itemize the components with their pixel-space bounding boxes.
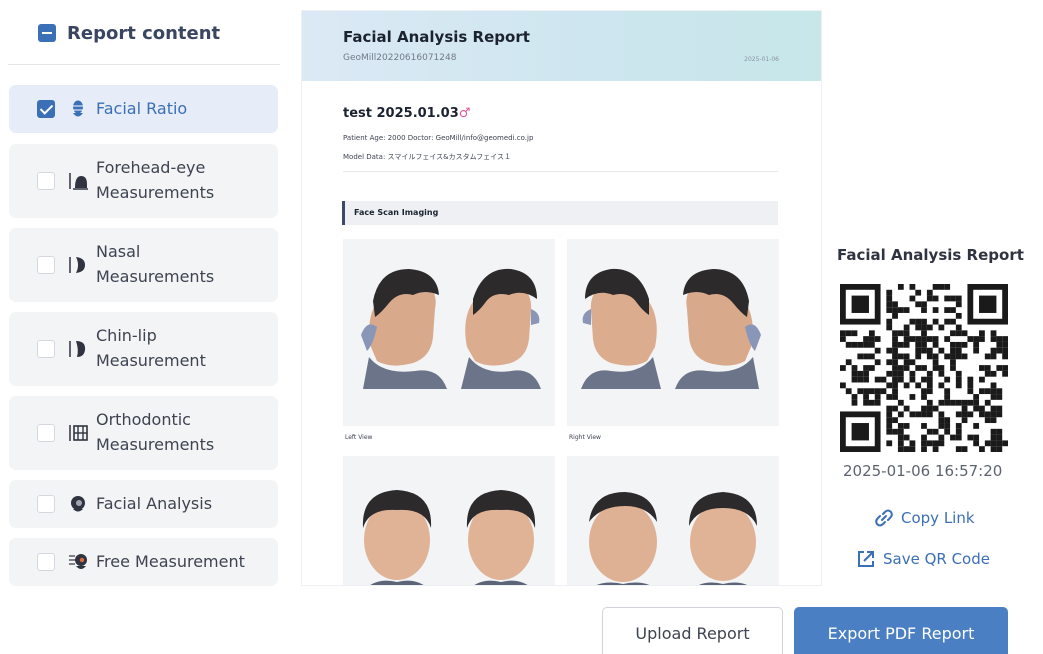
report-preview[interactable]: Facial Analysis Report GeoMill2022061607… <box>302 11 821 585</box>
section-face-scan-imaging: Face Scan Imaging <box>342 201 778 225</box>
forehead-eye-icon <box>69 173 88 190</box>
sidebar-item-label-line-2: Measurements <box>96 267 215 286</box>
sidebar-item-label-line-2: Measurement <box>96 351 206 370</box>
sidebar-item-label-line-1: Nasal <box>96 242 141 261</box>
sidebar-item-forehead-eye[interactable]: Forehead-eye Measurements <box>9 144 278 218</box>
facial-analysis-icon <box>71 496 85 512</box>
sidebar-item-label-line-1: Orthodontic <box>96 410 191 429</box>
face-scan-front-image <box>343 456 555 585</box>
link-icon <box>875 509 893 527</box>
face-ratio-icon <box>73 100 83 117</box>
sidebar-item-free-measurement[interactable]: Free Measurement <box>9 538 278 586</box>
report-id: GeoMill20220616071248 <box>343 53 457 63</box>
forehead-eye-checkbox[interactable] <box>37 172 55 190</box>
sidebar-item-label: Facial Analysis <box>96 494 213 513</box>
patient-name-line: test 2025.01.03♂ <box>343 106 470 121</box>
external-link-icon <box>858 551 874 567</box>
copy-link-button[interactable]: Copy Link <box>874 508 975 528</box>
qr-timestamp: 2025-01-06 16:57:20 <box>843 462 1003 480</box>
sidebar-divider <box>8 64 280 65</box>
male-sex-icon: ♂ <box>458 106 471 121</box>
report-content-sidebar: Report content Facial Ratio Forehead-eye… <box>0 0 285 654</box>
orthodontic-icon <box>69 425 88 441</box>
sidebar-item-label-line-2: Measurements <box>96 435 215 454</box>
sidebar-title: Report content <box>67 22 221 44</box>
copy-link-label: Copy Link <box>901 509 975 527</box>
nasal-checkbox[interactable] <box>37 256 55 274</box>
chin-lip-checkbox[interactable] <box>37 340 55 358</box>
report-divider <box>343 171 778 172</box>
nasal-icon <box>69 257 85 273</box>
sidebar-item-chin-lip[interactable]: Chin-lip Measurement <box>9 312 278 386</box>
free-measurement-icon <box>69 554 87 569</box>
sidebar-item-label-line-2: Measurements <box>96 183 215 202</box>
export-pdf-report-button[interactable]: Export PDF Report <box>794 607 1008 654</box>
chin-lip-icon <box>69 341 86 357</box>
select-all-checkbox[interactable] <box>38 24 56 42</box>
photo-caption-right: Right View <box>569 434 601 441</box>
qr-code-icon <box>840 284 1008 452</box>
report-title: Facial Analysis Report <box>343 28 530 46</box>
patient-name: test 2025.01.03 <box>343 106 459 121</box>
sidebar-item-orthodontic[interactable]: Orthodontic Measurements <box>9 396 278 470</box>
sidebar-item-label: Free Measurement <box>96 552 245 571</box>
sidebar-item-label-line-1: Forehead-eye <box>96 158 206 177</box>
sidebar-item-label-line-1: Chin-lip <box>96 326 157 345</box>
report-header: Facial Analysis Report GeoMill2022061607… <box>302 11 821 81</box>
face-scan-bottom-image <box>567 456 779 585</box>
qr-panel-title: Facial Analysis Report <box>837 246 1024 264</box>
report-date: 2025-01-06 <box>744 56 779 63</box>
save-qr-code-label: Save QR Code <box>883 550 990 568</box>
sidebar-item-facial-ratio[interactable]: Facial Ratio <box>9 85 278 133</box>
sidebar-item-facial-analysis[interactable]: Facial Analysis <box>9 480 278 528</box>
save-qr-code-button[interactable]: Save QR Code <box>856 549 990 569</box>
facial-ratio-checkbox[interactable] <box>37 100 55 118</box>
face-scan-right-image <box>567 239 779 426</box>
photo-caption-left: Left View <box>345 434 373 441</box>
patient-meta: Patient Age: 2000 Doctor: GeoMill/info@g… <box>343 134 534 142</box>
facial-analysis-checkbox[interactable] <box>37 495 55 513</box>
report-content-header[interactable]: Report content <box>38 18 220 48</box>
orthodontic-checkbox[interactable] <box>37 424 55 442</box>
model-data: Model Data: スマイルフェイス&カスタムフェイス１ <box>343 153 511 161</box>
sidebar-item-label: Facial Ratio <box>96 99 188 118</box>
upload-report-button[interactable]: Upload Report <box>602 607 783 654</box>
free-measurement-checkbox[interactable] <box>37 553 55 571</box>
face-scan-left-image <box>343 239 555 426</box>
sidebar-item-nasal[interactable]: Nasal Measurements <box>9 228 278 302</box>
